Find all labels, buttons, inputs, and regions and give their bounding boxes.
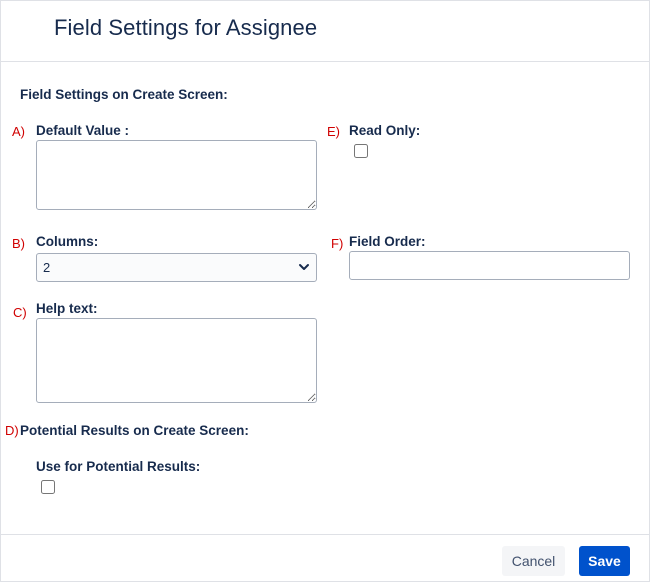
field-settings-dialog: Field Settings for Assignee Field Settin…	[0, 0, 650, 582]
save-button[interactable]: Save	[579, 546, 630, 576]
marker-d: D)	[5, 423, 19, 438]
dialog-header: Field Settings for Assignee	[1, 1, 649, 62]
field-order-label: Field Order:	[349, 234, 426, 249]
help-text-textarea[interactable]	[36, 318, 317, 403]
read-only-label: Read Only:	[349, 123, 421, 138]
columns-select[interactable]: 2	[36, 253, 317, 282]
dialog-footer: Cancel Save	[1, 534, 649, 582]
columns-selected-value: 2	[43, 260, 51, 275]
chevron-down-icon	[299, 264, 309, 270]
potential-results-heading: Potential Results on Create Screen:	[20, 423, 249, 438]
marker-f: F)	[331, 236, 344, 251]
marker-b: B)	[12, 236, 25, 251]
cancel-button[interactable]: Cancel	[502, 546, 565, 576]
use-potential-results-checkbox[interactable]	[41, 480, 55, 494]
field-order-input[interactable]	[349, 251, 630, 280]
read-only-checkbox[interactable]	[354, 144, 368, 158]
columns-label: Columns:	[36, 234, 99, 249]
default-value-textarea[interactable]	[36, 140, 317, 210]
use-potential-results-label: Use for Potential Results:	[36, 459, 201, 474]
create-screen-heading: Field Settings on Create Screen:	[20, 87, 228, 102]
marker-c: C)	[13, 305, 27, 320]
default-value-label: Default Value :	[36, 123, 130, 138]
dialog-title: Field Settings for Assignee	[54, 15, 318, 40]
marker-e: E)	[327, 124, 340, 139]
help-text-label: Help text:	[36, 301, 98, 316]
marker-a: A)	[12, 124, 25, 139]
